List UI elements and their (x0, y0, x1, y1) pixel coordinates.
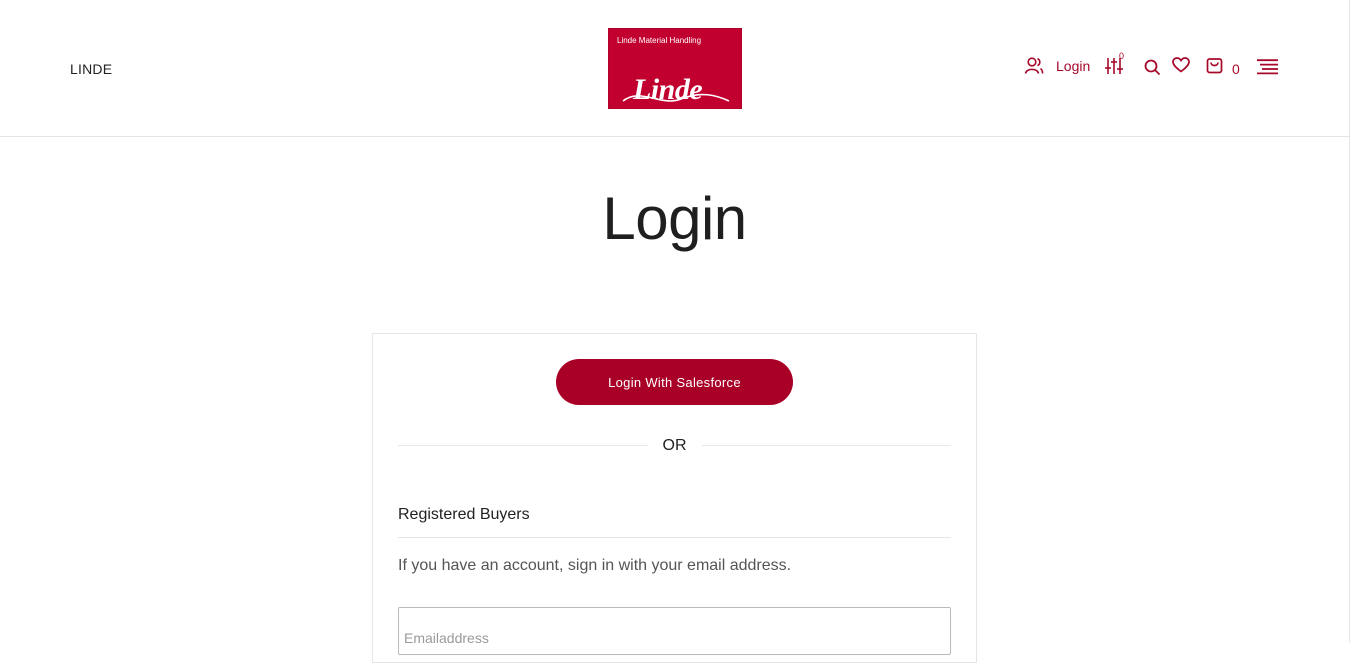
compare-count-badge: 0 (1119, 51, 1125, 61)
login-card: Login With Salesforce OR Registered Buye… (372, 333, 977, 663)
login-link[interactable]: Login (1056, 58, 1090, 74)
heart-icon[interactable] (1172, 57, 1190, 78)
logo-tagline: Linde Material Handling (617, 36, 702, 45)
email-field[interactable] (398, 607, 951, 655)
or-divider-text: OR (662, 437, 687, 454)
sign-in-hint-text: If you have an account, sign in with you… (398, 557, 792, 574)
shopping-bag-icon[interactable] (1206, 57, 1223, 79)
section-divider (398, 537, 951, 538)
login-with-salesforce-button[interactable]: Login With Salesforce (556, 359, 793, 405)
linde-logo[interactable]: Linde Material Handling Linde (608, 28, 742, 109)
user-icon[interactable] (1024, 57, 1044, 80)
logo-wordmark: Linde (633, 73, 703, 106)
vertical-scrollbar[interactable] (1349, 0, 1366, 643)
search-icon[interactable] (1144, 59, 1161, 81)
brand-text-link[interactable]: LINDE (70, 61, 112, 77)
cart-count: 0 (1232, 61, 1240, 77)
site-header: LINDE Linde Material Handling Linde Logi… (0, 0, 1349, 137)
header-tools: Login 0 0 (1024, 51, 1284, 81)
or-divider-right (702, 445, 951, 446)
menu-icon[interactable] (1257, 59, 1278, 80)
page-title: Login (602, 185, 747, 252)
registered-buyers-heading: Registered Buyers (398, 506, 530, 523)
